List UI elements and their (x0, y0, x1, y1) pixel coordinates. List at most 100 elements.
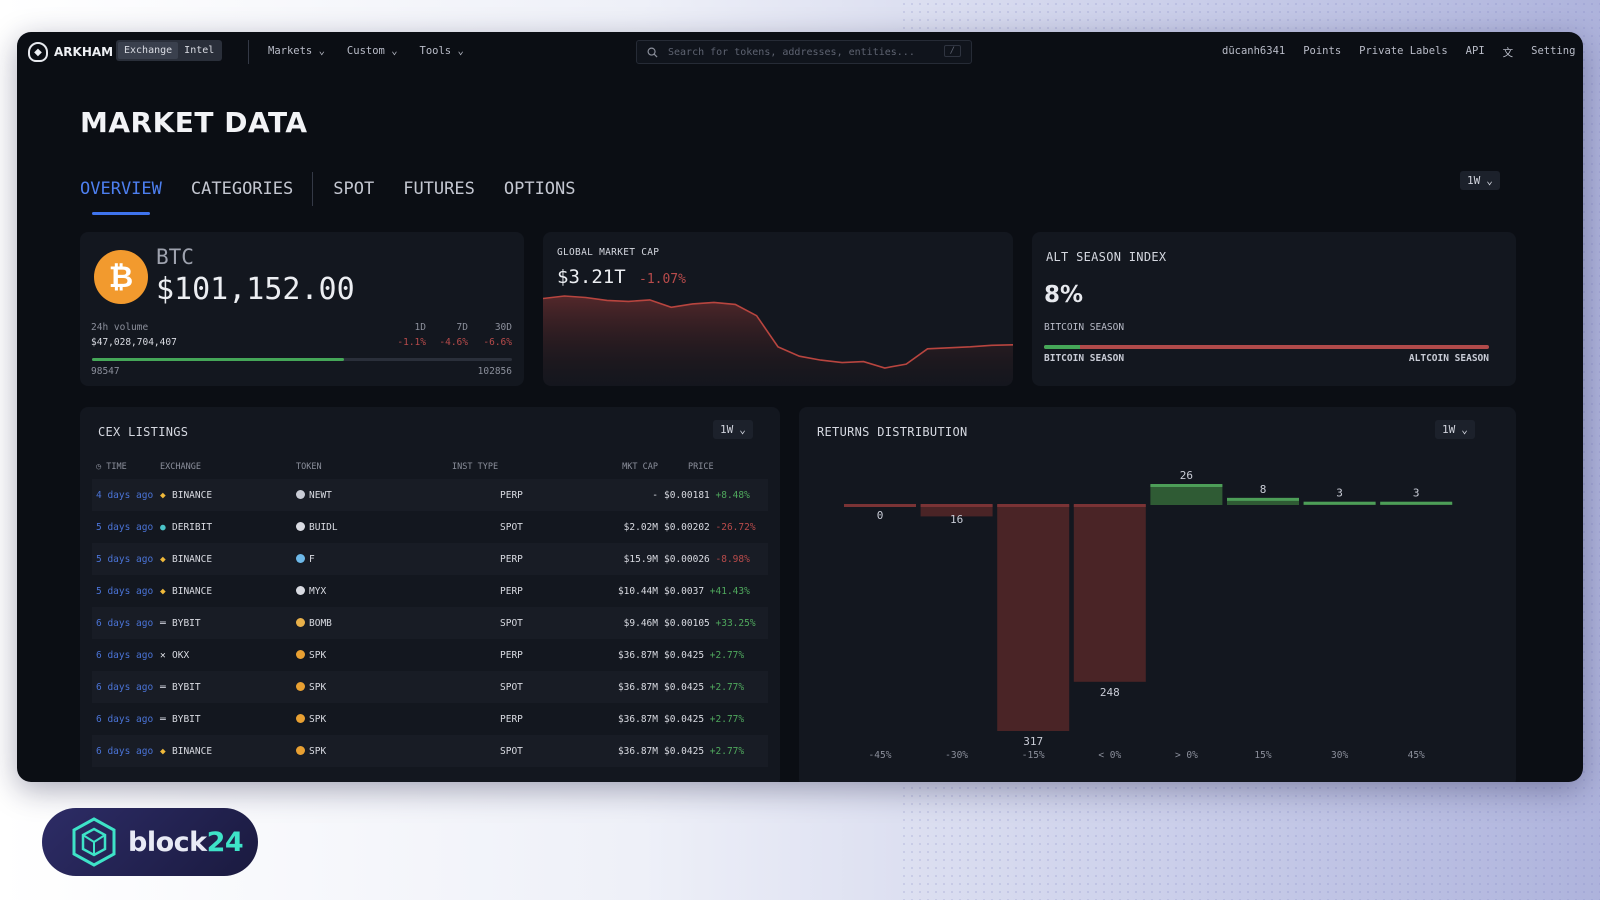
col-token[interactable]: TOKEN (296, 455, 452, 479)
col-time-label: TIME (106, 462, 127, 472)
btc-symbol: BTC (156, 245, 194, 269)
period-dropdown[interactable]: 1W ⌄ (1460, 171, 1500, 190)
row-token[interactable]: BOMB (296, 607, 452, 639)
menu-custom[interactable]: Custom ⌄ (347, 45, 398, 57)
col-price[interactable]: PRICE (658, 455, 768, 479)
row-exchange[interactable]: ◆ BINANCE (160, 543, 296, 575)
top-navigation-bar: ◆ ARKHAM Exchange Intel Markets ⌄ Custom… (17, 32, 1583, 72)
row-time[interactable]: 6 days ago (92, 607, 160, 639)
row-token[interactable]: SPK (296, 703, 452, 735)
col-type[interactable]: INST TYPE (452, 455, 548, 479)
bybit-icon: ═ (160, 681, 166, 693)
row-exchange[interactable]: ◆ BINANCE (160, 735, 296, 767)
return-category-label: -30% (945, 750, 968, 761)
cex-period-dropdown[interactable]: 1W ⌄ (713, 420, 753, 439)
table-row[interactable]: 5 days ago ◆ BINANCE F PERP $15.9M $0.000… (92, 543, 768, 575)
row-time[interactable]: 5 days ago (92, 543, 160, 575)
bitcoin-icon: ₿ (94, 250, 148, 304)
toggle-intel[interactable]: Intel (178, 42, 220, 59)
tab-spot[interactable]: SPOT (333, 179, 374, 199)
row-price: $0.0037 +41.43% (658, 575, 768, 607)
cex-table-body: 4 days ago ◆ BINANCE NEWT PERP - $0.00181… (92, 479, 768, 767)
row-exchange-label: BYBIT (172, 713, 201, 725)
token-icon (296, 745, 305, 755)
table-row[interactable]: 5 days ago ● DERIBIT BUIDL SPOT $2.02M $0… (92, 511, 768, 543)
table-row[interactable]: 6 days ago ◆ BINANCE SPK SPOT $36.87M $0.… (92, 735, 768, 767)
api-link[interactable]: API (1466, 45, 1485, 60)
row-token[interactable]: SPK (296, 671, 452, 703)
row-token[interactable]: F (296, 543, 452, 575)
menu-tools[interactable]: Tools ⌄ (420, 45, 464, 57)
return-bar (1073, 505, 1146, 682)
return-category-label: 30% (1331, 750, 1348, 761)
row-exchange[interactable]: ═ BYBIT (160, 607, 296, 639)
row-time[interactable]: 4 days ago (92, 479, 160, 511)
settings-link[interactable]: Setting (1531, 45, 1575, 60)
return-bar-edge (1303, 501, 1376, 505)
tab-categories[interactable]: CATEGORIES (191, 179, 293, 199)
chevron-down-icon: ⌄ (739, 423, 746, 436)
toggle-exchange[interactable]: Exchange (118, 42, 179, 59)
row-price-value: $0.00105 (664, 617, 710, 629)
row-exchange[interactable]: ✕ OKX (160, 639, 296, 671)
table-row[interactable]: 6 days ago ═ BYBIT SPK SPOT $36.87M $0.04… (92, 671, 768, 703)
alt-season-bar (1044, 345, 1489, 349)
mode-toggle: Exchange Intel (116, 40, 223, 61)
row-exchange[interactable]: ═ BYBIT (160, 671, 296, 703)
row-exchange[interactable]: ◆ BINANCE (160, 575, 296, 607)
tab-futures[interactable]: FUTURES (403, 179, 475, 199)
arkham-logo[interactable]: ◆ ARKHAM (28, 42, 113, 62)
username-link[interactable]: dũcanh6341 (1222, 45, 1285, 60)
row-exchange[interactable]: ● DERIBIT (160, 511, 296, 543)
row-token-label: BUIDL (309, 521, 338, 533)
period-7d: 7D (456, 322, 468, 333)
row-time[interactable]: 6 days ago (92, 639, 160, 671)
token-icon (296, 617, 305, 627)
menu-markets[interactable]: Markets ⌄ (268, 45, 325, 57)
tab-options[interactable]: OPTIONS (504, 179, 576, 199)
row-token[interactable]: SPK (296, 639, 452, 671)
table-row[interactable]: 5 days ago ◆ BINANCE MYX PERP $10.44M $0.… (92, 575, 768, 607)
deribit-icon: ● (160, 521, 166, 533)
chevron-down-icon: ⌄ (1486, 174, 1493, 187)
row-token[interactable]: SPK (296, 735, 452, 767)
token-icon (296, 713, 305, 723)
btc-card[interactable]: ₿ BTC $101,152.00 24h volume $47,028,704… (80, 232, 524, 386)
translate-icon[interactable]: 文 (1503, 45, 1514, 60)
row-time[interactable]: 6 days ago (92, 735, 160, 767)
return-bar-label: 0 (877, 509, 884, 522)
table-row[interactable]: 6 days ago ✕ OKX SPK PERP $36.87M $0.0425… (92, 639, 768, 671)
table-row[interactable]: 6 days ago ═ BYBIT SPK PERP $36.87M $0.04… (92, 703, 768, 735)
row-token[interactable]: BUIDL (296, 511, 452, 543)
bitcoin-season-label: BITCOIN SEASON (1044, 353, 1125, 364)
alt-season-card[interactable]: ALT SEASON INDEX 8% BITCOIN SEASON BITCO… (1032, 232, 1516, 386)
points-link[interactable]: Points (1303, 45, 1341, 60)
clock-icon: ◷ (96, 462, 102, 472)
market-cap-chart (543, 295, 1013, 386)
row-mkt-cap: $36.87M (548, 735, 658, 767)
row-exchange[interactable]: ◆ BINANCE (160, 479, 296, 511)
row-token-label: NEWT (309, 489, 332, 501)
tab-overview[interactable]: OVERVIEW (80, 179, 162, 215)
col-exchange[interactable]: EXCHANGE (160, 455, 296, 479)
row-change: -8.98% (715, 553, 750, 565)
col-mkt-cap[interactable]: MKT CAP (548, 455, 658, 479)
market-cap-card[interactable]: GLOBAL MARKET CAP $3.21T -1.07% (543, 232, 1013, 386)
row-time[interactable]: 5 days ago (92, 575, 160, 607)
row-token-label: SPK (309, 713, 327, 725)
search-input[interactable]: Search for tokens, addresses, entities..… (636, 40, 972, 64)
return-bar-label: 317 (1023, 735, 1043, 748)
row-exchange[interactable]: ═ BYBIT (160, 703, 296, 735)
row-price-value: $0.00181 (664, 489, 710, 501)
row-time[interactable]: 6 days ago (92, 671, 160, 703)
row-token[interactable]: NEWT (296, 479, 452, 511)
col-time[interactable]: ◷ TIME (92, 455, 160, 479)
row-time[interactable]: 5 days ago (92, 511, 160, 543)
row-time[interactable]: 6 days ago (92, 703, 160, 735)
change-7d: -4.6% (439, 337, 468, 348)
row-token[interactable]: MYX (296, 575, 452, 607)
table-row[interactable]: 4 days ago ◆ BINANCE NEWT PERP - $0.00181… (92, 479, 768, 511)
brand-name: ARKHAM (54, 45, 114, 59)
private-labels-link[interactable]: Private Labels (1359, 45, 1448, 60)
table-row[interactable]: 6 days ago ═ BYBIT BOMB SPOT $9.46M $0.00… (92, 607, 768, 639)
